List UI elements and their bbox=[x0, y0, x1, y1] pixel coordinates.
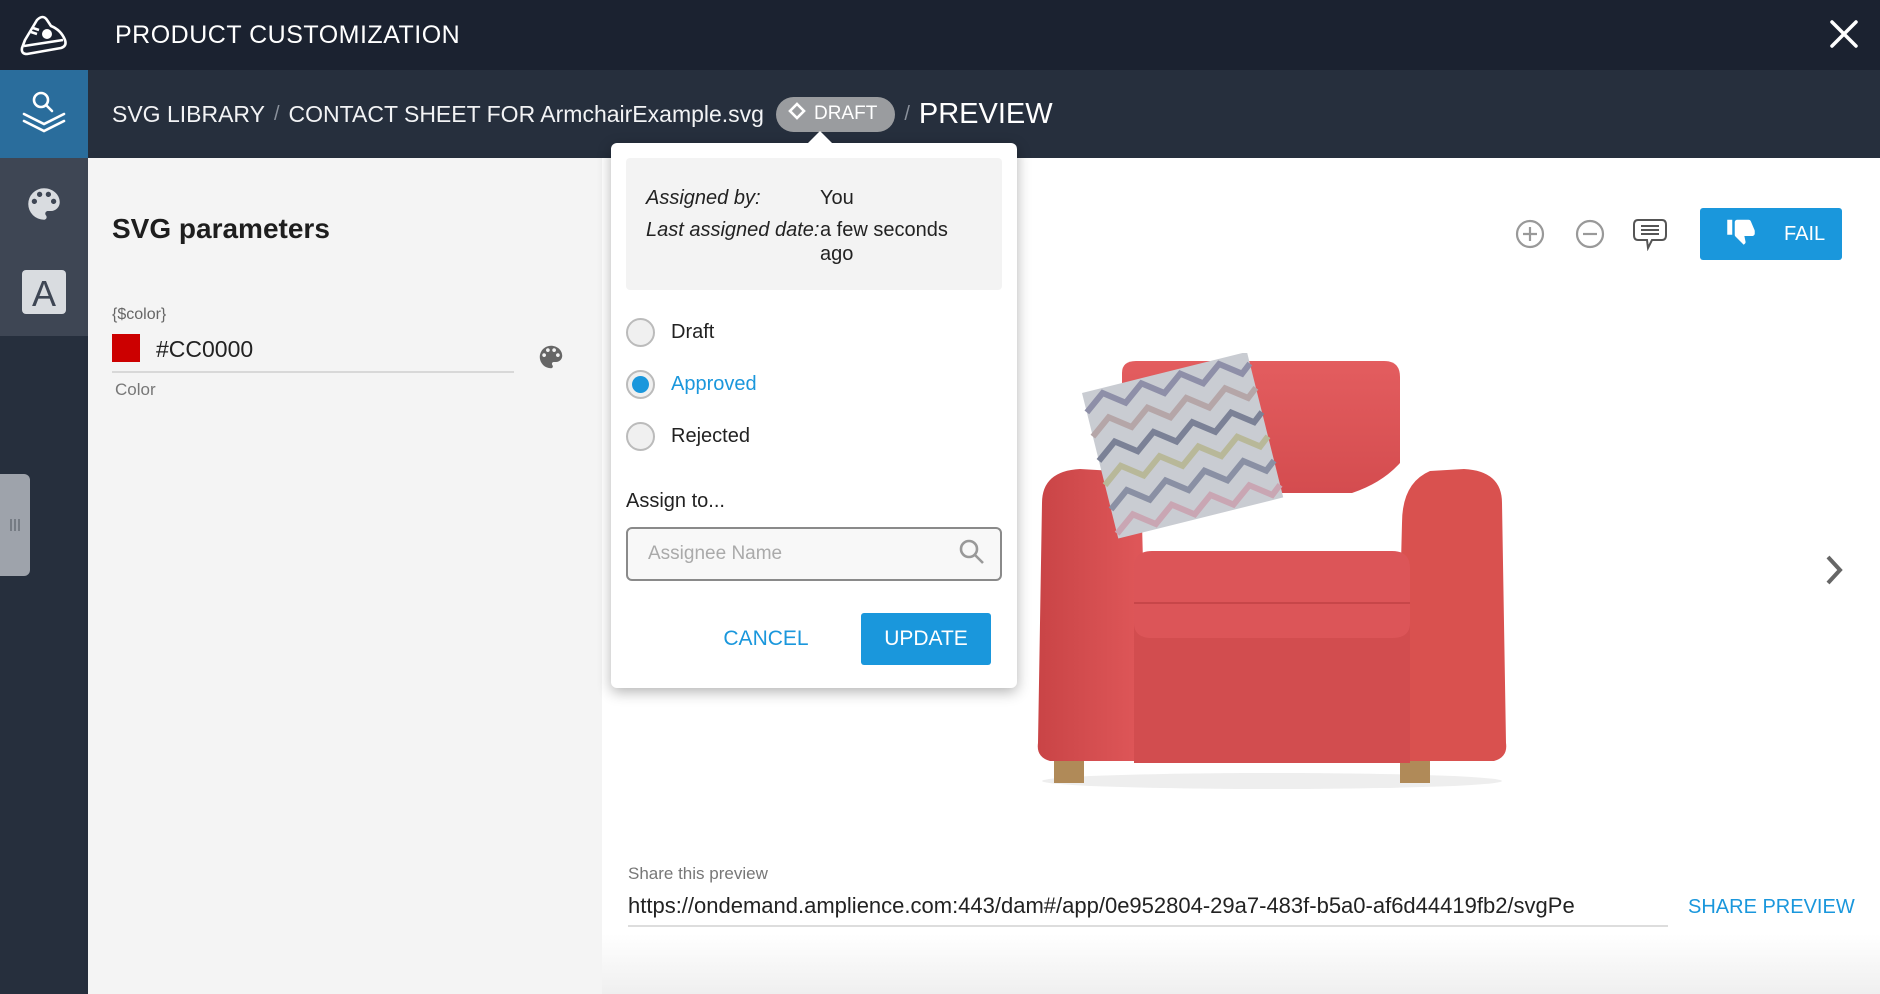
radio-button[interactable] bbox=[626, 422, 655, 451]
palette-icon[interactable] bbox=[536, 342, 566, 377]
param-key: {$color} bbox=[112, 306, 167, 323]
app-header: PRODUCT CUSTOMIZATION bbox=[0, 0, 1880, 70]
radio-button-selected[interactable] bbox=[626, 370, 655, 399]
color-swatch[interactable] bbox=[112, 334, 140, 362]
zoom-in-icon[interactable] bbox=[1500, 214, 1560, 254]
search-icon[interactable] bbox=[958, 538, 986, 571]
status-option-approved[interactable]: Approved bbox=[626, 370, 757, 399]
last-assigned-label: Last assigned date: bbox=[646, 219, 820, 241]
sidebar-tools: A bbox=[0, 158, 88, 336]
breadcrumb-separator: / bbox=[273, 102, 280, 125]
assigned-by-label: Assigned by: bbox=[646, 187, 761, 209]
app-title: PRODUCT CUSTOMIZATION bbox=[115, 20, 461, 49]
breadcrumb-svg-library[interactable]: SVG LIBRARY bbox=[112, 101, 265, 128]
palette-icon bbox=[23, 183, 65, 230]
assigned-by-row: Assigned by: You bbox=[646, 186, 982, 210]
sidebar: A bbox=[0, 70, 88, 994]
share-label: Share this preview bbox=[628, 864, 768, 883]
assignee-input[interactable] bbox=[648, 543, 958, 565]
text-a-icon: A bbox=[21, 269, 67, 320]
input-underline bbox=[112, 371, 514, 373]
color-input[interactable]: #CC0000 bbox=[156, 336, 253, 363]
fail-button[interactable]: FAIL bbox=[1700, 208, 1842, 260]
sidebar-item-text[interactable]: A bbox=[0, 250, 88, 338]
breadcrumb-contact-sheet[interactable]: CONTACT SHEET FOR ArmchairExample.svg bbox=[289, 101, 764, 128]
breadcrumb-separator: / bbox=[904, 102, 910, 125]
close-icon[interactable] bbox=[1824, 14, 1864, 54]
assign-label: Assign to... bbox=[626, 490, 725, 512]
panel-heading: SVG parameters bbox=[112, 213, 330, 244]
status-badge-label: DRAFT bbox=[813, 103, 878, 124]
fail-label: FAIL bbox=[1784, 222, 1826, 245]
thumbs-down-icon bbox=[1726, 216, 1756, 252]
svg-parameters-panel: SVG parameters {$color} #CC0000 Color bbox=[88, 158, 602, 994]
sidebar-item-svg-library[interactable] bbox=[0, 70, 88, 158]
share-url-input[interactable]: https://ondemand.amplience.com:443/dam#/… bbox=[628, 893, 1668, 927]
last-assigned-value: a few seconds ago bbox=[820, 219, 948, 265]
preview-image bbox=[1022, 351, 1522, 793]
status-option-draft[interactable]: Draft bbox=[626, 318, 714, 347]
preview-toolbar: FAIL bbox=[1500, 208, 1880, 260]
status-popover: Assigned by: You Last assigned date: a f… bbox=[611, 131, 1017, 688]
diamond-icon bbox=[788, 102, 806, 126]
assignee-search-field bbox=[626, 527, 1002, 581]
assignment-info: Assigned by: You Last assigned date: a f… bbox=[626, 158, 1002, 290]
zoom-out-icon[interactable] bbox=[1560, 214, 1620, 254]
status-badge[interactable]: DRAFT bbox=[775, 96, 896, 132]
breadcrumb-current: PREVIEW bbox=[918, 97, 1053, 130]
radio-button[interactable] bbox=[626, 318, 655, 347]
update-button[interactable]: UPDATE bbox=[861, 613, 991, 665]
sneaker-icon bbox=[0, 0, 88, 70]
layers-search-icon bbox=[19, 88, 69, 141]
status-option-label: Draft bbox=[671, 321, 715, 343]
sidebar-item-colors[interactable] bbox=[0, 162, 88, 250]
bottom-shadow bbox=[602, 934, 1880, 994]
last-assigned-row: Last assigned date: a few seconds ago bbox=[646, 218, 982, 266]
comment-icon[interactable] bbox=[1620, 214, 1680, 254]
param-caption: Color bbox=[115, 380, 156, 399]
share-preview-button[interactable]: SHARE PREVIEW bbox=[1688, 896, 1855, 919]
drag-handle-icon[interactable] bbox=[0, 474, 30, 576]
status-option-label: Rejected bbox=[671, 425, 750, 447]
status-option-label: Approved bbox=[671, 373, 757, 395]
status-option-rejected[interactable]: Rejected bbox=[626, 422, 750, 451]
chevron-right-icon[interactable] bbox=[1822, 553, 1846, 592]
svg-text:A: A bbox=[32, 273, 56, 314]
assigned-by-value: You bbox=[820, 187, 854, 209]
cancel-button[interactable]: CANCEL bbox=[711, 613, 821, 665]
